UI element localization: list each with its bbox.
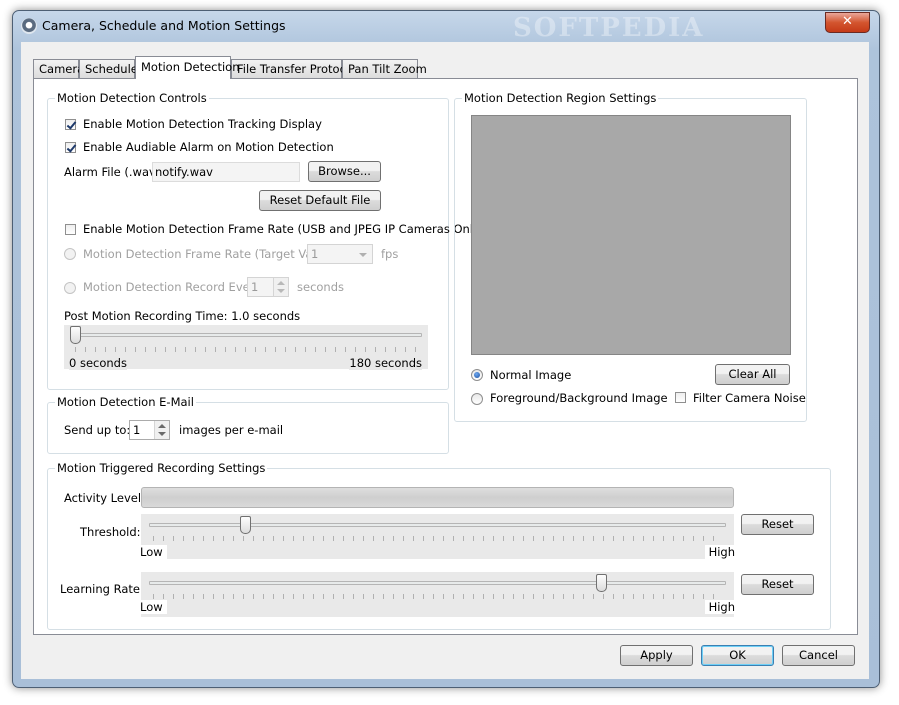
slider-ticks <box>75 347 418 352</box>
softpedia-watermark: SOFTPEDIA <box>513 13 705 43</box>
post-motion-slider[interactable]: 0 seconds 180 seconds <box>64 325 428 370</box>
camera-icon <box>21 18 37 34</box>
window-title: Camera, Schedule and Motion Settings <box>42 18 286 33</box>
filter-noise-checkbox[interactable] <box>675 392 686 403</box>
slider-thumb[interactable] <box>596 574 607 592</box>
group-title: Motion Triggered Recording Settings <box>55 461 268 476</box>
threshold-label: Threshold: <box>80 525 141 539</box>
learning-rate-low-label: Low <box>140 600 167 614</box>
cancel-button[interactable]: Cancel <box>782 645 855 666</box>
chevron-down-icon <box>359 253 367 257</box>
close-icon: ✕ <box>842 14 853 29</box>
slider-min-label: 0 seconds <box>69 356 127 370</box>
slider-max-label: 180 seconds <box>349 356 422 370</box>
group-title: Motion Detection Controls <box>55 91 209 106</box>
frame-rate-value: 1 <box>311 247 319 261</box>
recording-settings-group: Motion Triggered Recording Settings Acti… <box>47 461 831 630</box>
activity-level-meter <box>141 487 734 508</box>
stepper-arrows[interactable] <box>154 421 169 439</box>
slider-track <box>70 333 422 337</box>
tab-file-transfer-protocol[interactable]: File Transfer Protocol <box>231 59 356 78</box>
reset-default-file-button[interactable]: Reset Default File <box>259 190 381 211</box>
frame-rate-radio[interactable] <box>64 248 76 260</box>
tracking-display-checkbox[interactable] <box>65 119 76 130</box>
tab-schedule[interactable]: Schedule <box>79 59 138 78</box>
activity-level-label: Activity Level: <box>64 491 145 505</box>
threshold-slider[interactable]: Low High <box>140 514 735 559</box>
record-every-stepper[interactable]: 1 <box>247 277 289 297</box>
apply-button[interactable]: Apply <box>620 645 693 666</box>
audible-alarm-label: Enable Audiable Alarm on Motion Detectio… <box>83 140 334 154</box>
email-count-stepper[interactable]: 1 <box>129 420 170 440</box>
slider-ticks <box>153 594 723 599</box>
clear-all-button[interactable]: Clear All <box>715 364 790 385</box>
fps-unit-label: fps <box>381 247 399 261</box>
title-bar[interactable]: Camera, Schedule and Motion Settings SOF… <box>13 11 879 43</box>
threshold-high-label: High <box>704 545 735 559</box>
post-motion-label: Post Motion Recording Time: 1.0 seconds <box>64 309 301 323</box>
normal-image-label: Normal Image <box>490 368 572 382</box>
record-every-radio[interactable] <box>64 282 76 294</box>
frame-rate-select[interactable]: 1 <box>307 244 373 264</box>
frame-rate-label: Motion Detection Frame Rate (Target Valu… <box>83 247 339 261</box>
frame-rate-enable-checkbox[interactable] <box>65 224 76 235</box>
normal-image-radio[interactable] <box>471 369 483 381</box>
learning-rate-high-label: High <box>704 600 735 614</box>
stepper-arrows[interactable] <box>273 278 288 296</box>
alarm-file-field[interactable]: notify.wav <box>152 162 300 182</box>
threshold-reset-button[interactable]: Reset <box>741 514 814 535</box>
threshold-low-label: Low <box>140 545 167 559</box>
settings-window: Camera, Schedule and Motion Settings SOF… <box>12 10 880 688</box>
record-every-value: 1 <box>251 280 259 294</box>
learning-rate-reset-button[interactable]: Reset <box>741 574 814 595</box>
send-up-to-label: Send up to: <box>64 423 131 437</box>
foreground-background-radio[interactable] <box>471 393 483 405</box>
motion-detection-controls-group: Motion Detection Controls Enable Motion … <box>47 91 484 390</box>
seconds-unit-label: seconds <box>297 280 345 294</box>
record-every-label: Motion Detection Record Every: <box>83 280 265 294</box>
browse-button[interactable]: Browse... <box>308 161 381 182</box>
foreground-background-label: Foreground/Background Image <box>490 391 668 405</box>
email-count-value: 1 <box>133 423 141 437</box>
tab-motion-detection[interactable]: Motion Detection <box>135 56 240 79</box>
filter-noise-label: Filter Camera Noise <box>693 391 806 405</box>
close-button[interactable]: ✕ <box>825 12 870 33</box>
slider-ticks <box>153 536 723 541</box>
learning-rate-label: Learning Rate: <box>60 582 144 596</box>
tab-camera[interactable]: Camera <box>33 59 84 78</box>
motion-detection-tab-page: Motion Detection Controls Enable Motion … <box>33 78 858 635</box>
motion-detection-email-group: Motion Detection E-Mail Send up to: 1 im… <box>47 395 449 454</box>
group-title: Motion Detection E-Mail <box>55 395 196 410</box>
tracking-display-label: Enable Motion Detection Tracking Display <box>83 117 322 131</box>
slider-thumb[interactable] <box>70 326 81 344</box>
slider-track <box>149 523 726 527</box>
alarm-file-label: Alarm File (.wav): <box>64 165 165 179</box>
learning-rate-slider[interactable]: Low High <box>140 572 735 617</box>
frame-rate-enable-label: Enable Motion Detection Frame Rate (USB … <box>83 222 485 236</box>
dialog-client-area: Camera Schedule Motion Detection File Tr… <box>21 42 869 679</box>
region-preview-canvas[interactable] <box>471 115 791 355</box>
audible-alarm-checkbox[interactable] <box>65 142 76 153</box>
region-settings-group: Motion Detection Region Settings Normal … <box>454 91 807 422</box>
group-title: Motion Detection Region Settings <box>462 91 659 106</box>
slider-thumb[interactable] <box>240 516 251 534</box>
slider-track <box>149 581 726 585</box>
ok-button[interactable]: OK <box>701 645 774 666</box>
images-per-email-label: images per e-mail <box>179 423 284 437</box>
tab-pan-tilt-zoom[interactable]: Pan Tilt Zoom <box>342 59 427 78</box>
